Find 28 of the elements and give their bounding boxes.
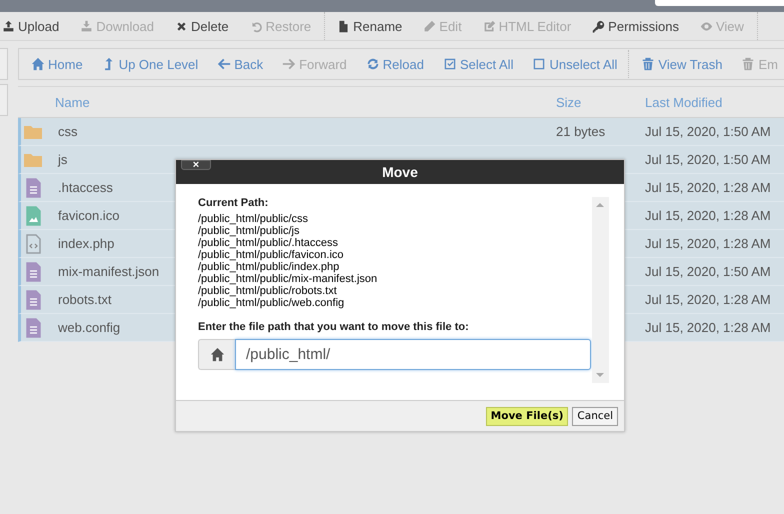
modified-date: Jul 15, 2020, 1:28 AM [645,292,771,307]
path-line: /public_html/public/robots.txt [198,285,338,297]
modified-date: Jul 15, 2020, 1:28 AM [645,236,771,251]
file-name: index.php [58,236,114,251]
file-name: favicon.ico [58,208,120,223]
modified-date: Jul 15, 2020, 1:50 AM [645,124,771,139]
path-line: /public_html/public/web.config [198,297,346,309]
dialog-title: Move [382,164,418,180]
destination-label: Enter the file path that you want to move this file to: [198,321,470,333]
file-name: js [58,152,68,167]
path-line: /public_html/public/js [198,225,300,237]
file-name: mix-manifest.json [58,264,160,279]
modified-date: Jul 15, 2020, 1:50 AM [645,152,771,167]
file-name: .htaccess [58,180,113,195]
modified-date: Jul 15, 2020, 1:28 AM [645,320,771,335]
file-name: web.config [58,320,120,335]
path-line: /public_html/public/.htaccess [198,237,340,249]
current-path-label: Current Path: [198,197,270,209]
file-size: 21 bytes [556,124,606,139]
file-name: css [58,124,78,139]
path-line: /public_html/public/favicon.ico [198,249,345,261]
modified-date: Jul 15, 2020, 1:50 AM [645,264,771,279]
file-name: robots.txt [58,292,112,307]
modified-date: Jul 15, 2020, 1:28 AM [645,208,771,223]
path-line: /public_html/public/css [198,213,310,225]
path-line: /public_html/public/index.php [198,261,340,273]
path-line: /public_html/public/mix-manifest.json [198,273,378,285]
modified-date: Jul 15, 2020, 1:28 AM [645,180,771,195]
